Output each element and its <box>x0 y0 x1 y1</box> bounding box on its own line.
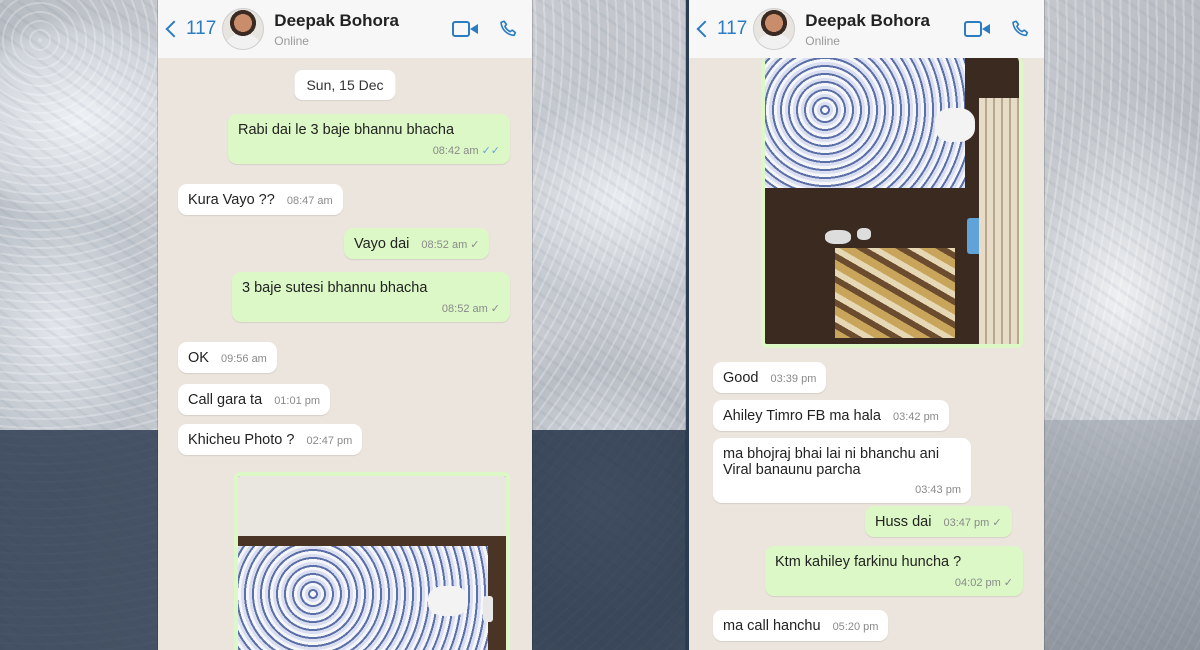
photo-message[interactable] <box>761 58 1023 348</box>
message-time: 08:52 am <box>441 303 488 315</box>
background-dark-strip <box>530 430 690 650</box>
message-text: Kura Vayo ?? <box>188 192 275 208</box>
date-separator: Sun, 15 Dec <box>294 70 396 100</box>
message-bubble-incoming[interactable]: ma bhojraj bhai lai ni bhanchu ani Viral… <box>713 438 971 503</box>
contact-status: Online <box>274 33 309 48</box>
chat-area[interactable]: Sun, 15 Dec Rabi dai le 3 baje bhannu bh… <box>158 58 532 650</box>
single-tick-icon: ✓ <box>1003 577 1013 589</box>
message-text: ma bhojraj bhai lai ni bhanchu ani Viral… <box>723 446 940 478</box>
message-time: 03:42 pm <box>892 411 939 423</box>
message-time: 03:47 pm <box>943 517 990 529</box>
phone-call-icon[interactable] <box>1010 18 1032 40</box>
avatar[interactable] <box>753 8 796 50</box>
contact-info[interactable]: Deepak Bohora Online <box>805 11 964 48</box>
message-text: Good <box>723 370 759 386</box>
message-bubble-incoming[interactable]: OK 09:56 am <box>178 342 277 373</box>
message-bubble-incoming[interactable]: Call gara ta 01:01 pm <box>178 384 331 415</box>
message-time: 04:02 pm <box>954 577 1001 589</box>
message-time: 08:42 am <box>432 145 479 157</box>
double-tick-icon: ✓✓ <box>481 145 500 157</box>
message-text: 3 baje sutesi bhannu bhacha <box>242 280 428 296</box>
message-bubble-outgoing[interactable]: Vayo dai 08:52 am ✓ <box>344 228 490 259</box>
photo-message[interactable] <box>234 472 510 650</box>
message-bubble-outgoing[interactable]: Rabi dai le 3 baje bhannu bhacha 08:42 a… <box>228 114 510 164</box>
message-bubble-incoming[interactable]: Good 03:39 pm <box>713 362 827 393</box>
contact-name: Deepak Bohora <box>805 10 930 30</box>
message-time: 03:43 pm <box>915 484 961 496</box>
message-time: 01:01 pm <box>274 395 321 407</box>
video-call-icon[interactable] <box>452 21 478 37</box>
message-time: 05:20 pm <box>832 621 879 633</box>
message-time: 02:47 pm <box>306 435 353 447</box>
background-strip <box>1040 420 1200 650</box>
back-count: 117 <box>186 18 217 39</box>
message-time: 09:56 am <box>220 353 267 365</box>
chat-screenshot-right: 117 Deepak Bohora Online Good 03:39 pm A… <box>686 0 1044 650</box>
contact-status: Online <box>805 33 840 48</box>
message-text: OK <box>188 350 209 366</box>
message-text: Huss dai <box>875 514 932 530</box>
message-bubble-outgoing[interactable]: Huss dai 03:47 pm ✓ <box>865 506 1012 537</box>
message-text: Vayo dai <box>354 236 410 252</box>
message-time: 08:52 am <box>421 239 468 251</box>
chevron-left-icon <box>696 20 714 38</box>
message-text: ma call hanchu <box>723 618 821 634</box>
single-tick-icon: ✓ <box>470 239 480 251</box>
message-bubble-incoming[interactable]: Khicheu Photo ? 02:47 pm <box>178 424 363 455</box>
message-text: Ahiley Timro FB ma hala <box>723 408 881 424</box>
message-time: 03:39 pm <box>770 373 817 385</box>
message-text: Call gara ta <box>188 392 263 408</box>
background-dark-strip <box>0 430 160 650</box>
single-tick-icon: ✓ <box>490 303 500 315</box>
chat-area[interactable]: Good 03:39 pm Ahiley Timro FB ma hala 03… <box>689 58 1044 650</box>
avatar[interactable] <box>222 8 265 50</box>
single-tick-icon: ✓ <box>992 517 1002 529</box>
chat-header: 117 Deepak Bohora Online <box>689 0 1044 58</box>
chat-screenshot-left: 117 Deepak Bohora Online Sun, 15 Dec Rab… <box>158 0 532 650</box>
message-text: Rabi dai le 3 baje bhannu bhacha <box>238 122 455 138</box>
message-bubble-incoming[interactable]: Kura Vayo ?? 08:47 am <box>178 184 343 215</box>
message-bubble-incoming[interactable]: Ahiley Timro FB ma hala 03:42 pm <box>713 400 949 431</box>
back-button[interactable]: 117 <box>695 18 747 40</box>
message-bubble-incoming[interactable]: ma call hanchu 05:20 pm <box>713 610 889 641</box>
contact-info[interactable]: Deepak Bohora Online <box>274 11 452 48</box>
message-bubble-outgoing[interactable]: Ktm kahiley farkinu huncha ? 04:02 pm ✓ <box>765 546 1023 596</box>
chat-header: 117 Deepak Bohora Online <box>158 0 532 58</box>
message-text: Khicheu Photo ? <box>188 432 295 448</box>
back-button[interactable]: 117 <box>164 18 216 40</box>
message-bubble-outgoing[interactable]: 3 baje sutesi bhannu bhacha 08:52 am ✓ <box>232 272 510 322</box>
back-count: 117 <box>717 18 748 39</box>
contact-name: Deepak Bohora <box>274 10 399 30</box>
message-text: Ktm kahiley farkinu huncha ? <box>775 554 962 570</box>
phone-call-icon[interactable] <box>498 18 520 40</box>
message-time: 08:47 am <box>286 195 333 207</box>
video-call-icon[interactable] <box>964 21 990 37</box>
chevron-left-icon <box>165 20 183 38</box>
